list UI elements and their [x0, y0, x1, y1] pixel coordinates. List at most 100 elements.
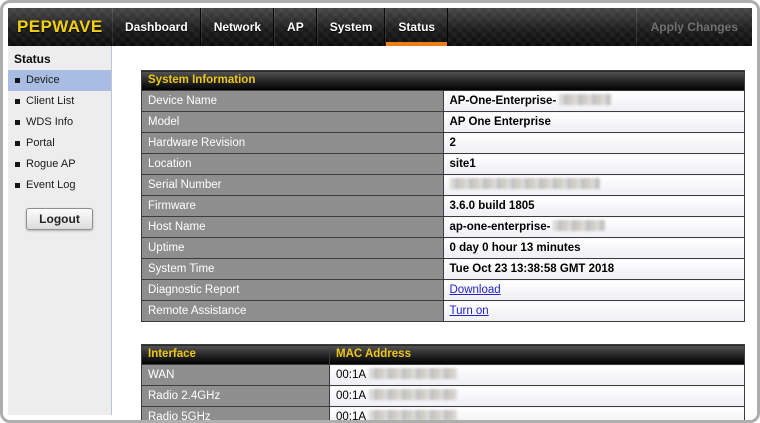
table-row: Hardware Revision 2: [141, 132, 745, 154]
sidebar-item-label: Event Log: [26, 179, 76, 191]
sidebar-item-label: Device: [26, 74, 60, 86]
value-text: 00:1A: [336, 411, 367, 423]
value-text: 3.6.0 build 1805: [449, 200, 535, 212]
table-row: Radio 5GHz 00:1A: [141, 406, 745, 423]
value-text: AP-One-Enterprise-: [449, 95, 557, 107]
main-nav: Dashboard Network AP System Status: [112, 8, 449, 46]
mac-address-value: 00:1A: [329, 406, 745, 423]
row-label: Device Name: [141, 90, 444, 112]
screenshot-frame: PEPWAVE Dashboard Network AP System Status A…: [0, 0, 760, 423]
row-value: AP-One-Enterprise-: [442, 90, 745, 112]
bullet-icon: [15, 162, 20, 167]
sidebar-item-label: Rogue AP: [26, 158, 76, 170]
row-label: Hardware Revision: [141, 132, 444, 154]
value-text: 00:1A: [336, 390, 367, 402]
mac-address-column-header: MAC Address: [329, 344, 745, 365]
value-text: 00:1A: [336, 369, 367, 381]
table-row: Radio 2.4GHz 00:1A: [141, 385, 745, 407]
redacted-blur: [553, 220, 606, 231]
tab-system[interactable]: System: [316, 8, 386, 46]
bullet-icon: [15, 183, 20, 188]
table-row: Host Name ap-one-enterprise-: [141, 216, 745, 238]
table-row: Location site1: [141, 153, 745, 175]
table-row: Serial Number: [141, 174, 745, 196]
redacted-blur: [369, 368, 458, 379]
table-row: System Time Tue Oct 23 13:38:58 GMT 2018: [141, 258, 745, 280]
main-content: System Information Device Name AP-One-Ent…: [112, 46, 752, 420]
bullet-icon: [15, 120, 20, 125]
system-information-title: System Information: [141, 70, 745, 91]
table-row: Diagnostic Report Download: [141, 279, 745, 301]
interface-label: Radio 2.4GHz: [141, 385, 330, 407]
tab-dashboard[interactable]: Dashboard: [112, 8, 201, 46]
tab-status[interactable]: Status: [385, 8, 449, 46]
mac-address-value: 00:1A: [329, 364, 745, 386]
interface-label: Radio 5GHz: [141, 406, 330, 420]
sidebar-menu: Device Client List WDS Info Portal Rogue AP E…: [8, 70, 111, 196]
row-value: Tue Oct 23 13:38:58 GMT 2018: [442, 258, 745, 280]
row-value: Download: [442, 279, 745, 301]
sidebar-item-client-list[interactable]: Client List: [8, 91, 111, 112]
redacted-blur: [559, 94, 612, 105]
table-row: WAN 00:1A: [141, 364, 745, 386]
apply-changes-button[interactable]: Apply Changes: [635, 8, 752, 46]
redacted-blur: [449, 178, 600, 189]
pepwave-logo: PEPWAVE: [17, 17, 103, 36]
row-label: Location: [141, 153, 444, 175]
sidebar-item-event-log[interactable]: Event Log: [8, 175, 111, 196]
interface-label: WAN: [141, 364, 330, 386]
sidebar-item-label: WDS Info: [26, 116, 74, 128]
row-label: Model: [141, 111, 444, 133]
row-value: 0 day 0 hour 13 minutes: [442, 237, 745, 259]
row-label: Host Name: [141, 216, 444, 238]
row-value: 3.6.0 build 1805: [442, 195, 745, 217]
table-row: Model AP One Enterprise: [141, 111, 745, 133]
value-text: ap-one-enterprise-: [449, 221, 551, 233]
interface-mac-table: Interface MAC Address WAN 00:1A Radio 2.4G…: [141, 344, 745, 423]
top-navigation-bar: PEPWAVE Dashboard Network AP System Status A…: [8, 8, 752, 46]
sidebar-item-wds-info[interactable]: WDS Info: [8, 112, 111, 133]
bullet-icon: [15, 78, 20, 83]
table-row: Device Name AP-One-Enterprise-: [141, 90, 745, 112]
logout-button[interactable]: Logout: [26, 208, 93, 230]
sidebar-item-label: Client List: [26, 95, 75, 107]
row-value: site1: [442, 153, 745, 175]
download-link[interactable]: Download: [450, 284, 501, 296]
value-text: 2: [449, 137, 456, 149]
redacted-blur: [369, 410, 458, 420]
row-label: Serial Number: [141, 174, 444, 196]
value-text: AP One Enterprise: [449, 116, 551, 128]
sidebar-item-label: Portal: [26, 137, 55, 149]
value-text: site1: [449, 158, 476, 170]
redacted-blur: [369, 389, 458, 400]
turn-on-link[interactable]: Turn on: [450, 305, 489, 317]
value-text: Tue Oct 23 13:38:58 GMT 2018: [449, 263, 615, 275]
row-label: System Time: [141, 258, 444, 280]
value-text: 0 day 0 hour 13 minutes: [449, 242, 581, 254]
table-row: Firmware 3.6.0 build 1805: [141, 195, 745, 217]
sidebar-item-device[interactable]: Device: [8, 70, 111, 91]
bullet-icon: [15, 141, 20, 146]
row-label: Diagnostic Report: [141, 279, 444, 301]
row-label: Remote Assistance: [141, 300, 444, 322]
row-value: [442, 174, 745, 196]
sidebar-item-rogue-ap[interactable]: Rogue AP: [8, 154, 111, 175]
tab-network[interactable]: Network: [200, 8, 275, 46]
sidebar-title: Status: [14, 52, 51, 66]
row-value: AP One Enterprise: [442, 111, 745, 133]
interface-column-header: Interface: [141, 344, 330, 365]
table-row: Uptime 0 day 0 hour 13 minutes: [141, 237, 745, 259]
row-value: 2: [442, 132, 745, 154]
sidebar: Status Device Client List WDS Info Portal Ro…: [8, 46, 112, 415]
admin-app: PEPWAVE Dashboard Network AP System Status A…: [8, 8, 752, 420]
system-information-table: System Information Device Name AP-One-Ent…: [141, 70, 745, 322]
bullet-icon: [15, 99, 20, 104]
mac-address-value: 00:1A: [329, 385, 745, 407]
page-body: Status Device Client List WDS Info Portal Ro…: [8, 46, 752, 420]
tab-ap[interactable]: AP: [274, 8, 317, 46]
row-value: ap-one-enterprise-: [442, 216, 745, 238]
row-label: Uptime: [141, 237, 444, 259]
row-value: Turn on: [442, 300, 745, 322]
sidebar-item-portal[interactable]: Portal: [8, 133, 111, 154]
table-row: Remote Assistance Turn on: [141, 300, 745, 322]
